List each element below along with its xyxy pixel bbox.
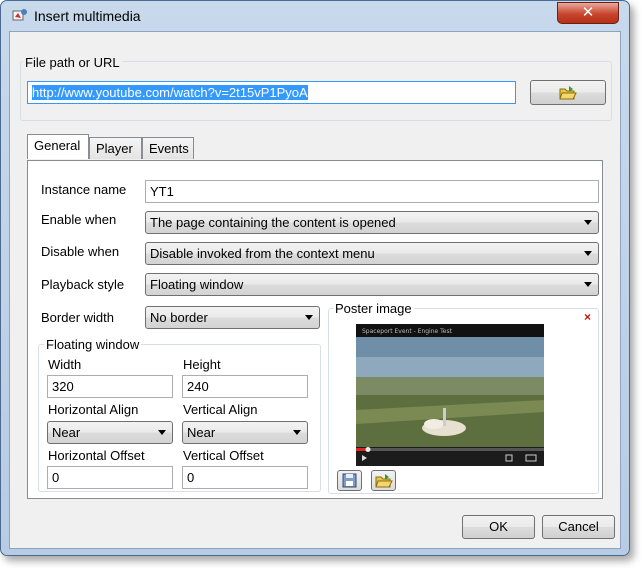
height-input[interactable]: 240 — [182, 375, 308, 398]
app-icon — [12, 9, 27, 21]
close-icon: ✕ — [581, 4, 595, 21]
vertical-align-label: Vertical Align — [183, 402, 258, 417]
floating-window-group-label: Floating window — [44, 337, 142, 352]
horizontal-offset-input[interactable]: 0 — [47, 466, 173, 489]
horizontal-align-value: Near — [52, 425, 81, 440]
horizontal-align-select[interactable]: Near — [47, 421, 173, 444]
poster-image-group-label: Poster image — [333, 301, 414, 316]
vertical-offset-input[interactable]: 0 — [182, 466, 308, 489]
poster-browse-button[interactable] — [371, 470, 396, 491]
remove-poster-icon[interactable]: × — [584, 310, 591, 324]
ok-button[interactable]: OK — [462, 515, 535, 539]
vertical-offset-label: Vertical Offset — [183, 448, 264, 463]
save-icon — [342, 473, 357, 488]
poster-video-frame: Spaceport Event - Engine Test — [356, 324, 544, 466]
chevron-down-icon — [305, 315, 313, 320]
tab-events[interactable]: Events — [142, 137, 194, 159]
folder-open-icon — [375, 474, 393, 488]
playback-style-value: Floating window — [150, 277, 244, 292]
folder-open-icon — [559, 86, 577, 100]
chevron-down-icon — [158, 430, 166, 435]
chevron-down-icon — [293, 430, 301, 435]
tab-events-label: Events — [149, 141, 189, 156]
playback-style-label: Playback style — [41, 277, 125, 292]
height-label: Height — [183, 357, 221, 372]
enable-when-select[interactable]: The page containing the content is opene… — [145, 211, 599, 234]
vertical-align-value: Near — [187, 425, 216, 440]
poster-thumbnail: Spaceport Event - Engine Test — [356, 324, 544, 466]
file-path-value: http://www.youtube.com/watch?v=2t15vP1Py… — [32, 85, 308, 100]
horizontal-align-label: Horizontal Align — [48, 402, 139, 417]
poster-video-title: Spaceport Event - Engine Test — [362, 328, 453, 335]
horizontal-offset-label: Horizontal Offset — [48, 448, 145, 463]
vertical-offset-value: 0 — [187, 470, 195, 485]
title-bar[interactable]: Insert multimedia ✕ — [1, 1, 629, 31]
border-width-label: Border width — [41, 310, 114, 325]
window-title: Insert multimedia — [34, 8, 141, 24]
cancel-button-label: Cancel — [558, 519, 599, 534]
disable-when-select[interactable]: Disable invoked from the context menu — [145, 242, 599, 265]
dialog-window: Insert multimedia ✕ File path or URL htt… — [0, 0, 630, 556]
close-button[interactable]: ✕ — [557, 2, 619, 24]
tab-player-label: Player — [96, 141, 133, 156]
file-path-group-label: File path or URL — [23, 55, 122, 70]
tab-general[interactable]: General — [27, 134, 89, 159]
enable-when-value: The page containing the content is opene… — [150, 215, 396, 230]
border-width-select[interactable]: No border — [145, 306, 320, 329]
chevron-down-icon — [584, 251, 592, 256]
width-input[interactable]: 320 — [47, 375, 173, 398]
horizontal-offset-value: 0 — [52, 470, 60, 485]
tab-player[interactable]: Player — [89, 137, 142, 159]
playback-style-select[interactable]: Floating window — [145, 273, 599, 296]
width-label: Width — [48, 357, 82, 372]
chevron-down-icon — [584, 282, 592, 287]
enable-when-label: Enable when — [41, 212, 117, 227]
instance-name-value: YT1 — [150, 184, 174, 199]
ok-button-label: OK — [489, 519, 508, 534]
border-width-value: No border — [150, 310, 208, 325]
disable-when-value: Disable invoked from the context menu — [150, 246, 375, 261]
instance-name-input[interactable]: YT1 — [145, 180, 599, 203]
instance-name-label: Instance name — [41, 182, 127, 197]
chevron-down-icon — [584, 220, 592, 225]
dialog-client-area: File path or URL http://www.youtube.com/… — [9, 31, 621, 549]
disable-when-label: Disable when — [41, 244, 120, 259]
file-path-input[interactable]: http://www.youtube.com/watch?v=2t15vP1Py… — [27, 81, 516, 104]
width-value: 320 — [52, 379, 74, 394]
height-value: 240 — [187, 379, 209, 394]
poster-save-button[interactable] — [337, 470, 362, 491]
browse-file-button[interactable] — [530, 80, 606, 105]
cancel-button[interactable]: Cancel — [542, 515, 615, 539]
vertical-align-select[interactable]: Near — [182, 421, 308, 444]
tab-general-label: General — [34, 138, 81, 153]
